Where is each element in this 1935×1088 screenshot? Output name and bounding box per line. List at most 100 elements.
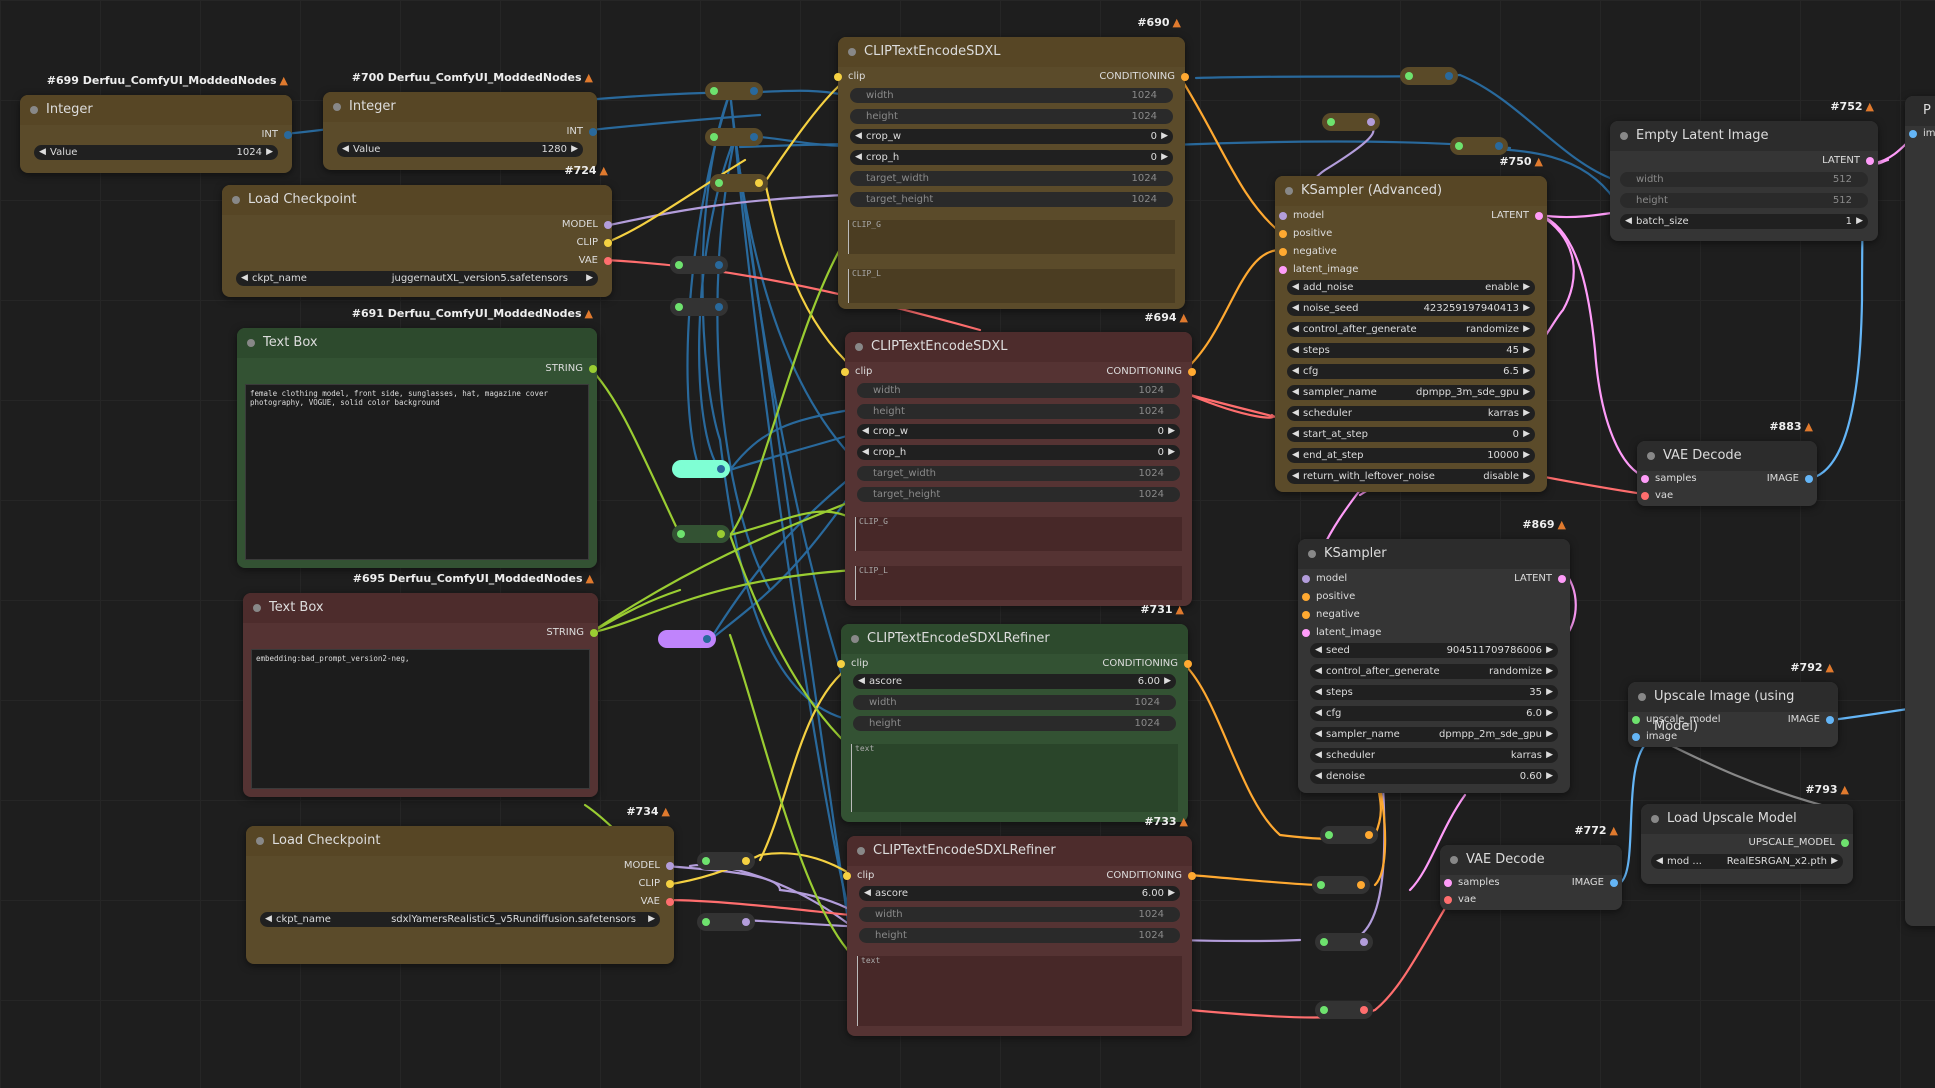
increment-arrow-icon[interactable]: ▶: [1546, 727, 1553, 742]
clip-l-input[interactable]: CLIP_L: [855, 566, 1182, 600]
collapse-dot[interactable]: [30, 106, 38, 114]
increment-arrow-icon[interactable]: ▶: [1523, 364, 1530, 379]
reroute-node[interactable]: [672, 460, 730, 478]
output-int[interactable]: INT: [566, 125, 597, 139]
noise-seed-widget[interactable]: ◀ noise_seed 423259197940413 ▶: [1287, 301, 1535, 316]
width-widget[interactable]: width 1024: [850, 88, 1173, 103]
scheduler-widget[interactable]: ◀ scheduler karras ▶: [1287, 406, 1535, 421]
seed-widget[interactable]: ◀ seed 904511709786006 ▶: [1310, 643, 1558, 658]
scheduler-widget[interactable]: ◀ scheduler karras ▶: [1310, 748, 1558, 763]
ckpt-name-widget[interactable]: ◀ ckpt_name juggernautXL_version5.safetens…: [236, 271, 598, 286]
decrement-arrow-icon[interactable]: ◀: [1315, 664, 1322, 679]
input-upscale-model[interactable]: upscale_model: [1632, 713, 1721, 727]
add-noise-widget[interactable]: ◀ add_noise enable ▶: [1287, 280, 1535, 295]
input-image[interactable]: image: [1632, 730, 1677, 744]
decrement-arrow-icon[interactable]: ◀: [862, 445, 869, 460]
load-checkpoint-node[interactable]: #734 ▲ Load Checkpoint MODEL CLIP VAE ◀ ck…: [246, 805, 674, 964]
ksampler-node[interactable]: #869 ▲ KSampler model positive negative l…: [1298, 518, 1570, 793]
increment-arrow-icon[interactable]: ▶: [1523, 301, 1530, 316]
reroute-node[interactable]: [670, 298, 728, 316]
sampler-name-widget[interactable]: ◀ sampler_name dpmpp_3m_sde_gpu ▶: [1287, 385, 1535, 400]
upscale-image-node[interactable]: #792 ▲ Upscale Image (using Model) upscal…: [1628, 661, 1838, 747]
clip-g-input[interactable]: CLIP_G: [848, 220, 1175, 254]
negative-prompt-textarea[interactable]: embedding:bad_prompt_version2-neg,: [251, 649, 590, 789]
collapse-dot[interactable]: [1638, 693, 1646, 701]
ascore-widget[interactable]: ◀ ascore 6.00 ▶: [859, 886, 1180, 901]
reroute-node[interactable]: [1315, 1001, 1373, 1019]
decrement-arrow-icon[interactable]: ◀: [1315, 706, 1322, 721]
return-with-leftover-noise-widget[interactable]: ◀ return_with_leftover_noise disable ▶: [1287, 469, 1535, 484]
crop-h-widget[interactable]: ◀ crop_h 0 ▶: [857, 445, 1180, 460]
output-clip[interactable]: CLIP: [576, 236, 612, 250]
model-name-widget[interactable]: ◀ mod ... RealESRGAN_x2.pth ▶: [1651, 854, 1843, 869]
cfg-widget[interactable]: ◀ cfg 6.0 ▶: [1310, 706, 1558, 721]
output-conditioning[interactable]: CONDITIONING: [1099, 70, 1189, 84]
reroute-node[interactable]: [710, 174, 768, 192]
increment-arrow-icon[interactable]: ▶: [1161, 129, 1168, 144]
collapse-dot[interactable]: [857, 847, 865, 855]
output-vae[interactable]: VAE: [579, 254, 612, 268]
increment-arrow-icon[interactable]: ▶: [1856, 214, 1863, 229]
increment-arrow-icon[interactable]: ▶: [1523, 427, 1530, 442]
increment-arrow-icon[interactable]: ▶: [586, 271, 593, 286]
integer-node[interactable]: #699 Derfuu_ComfyUI_ModdedNodes ▲ Integer…: [20, 74, 292, 173]
end-at-step-widget[interactable]: ◀ end_at_step 10000 ▶: [1287, 448, 1535, 463]
control-after-generate-widget[interactable]: ◀ control_after_generate randomize ▶: [1287, 322, 1535, 337]
collapse-dot[interactable]: [333, 103, 341, 111]
decrement-arrow-icon[interactable]: ◀: [1292, 469, 1299, 484]
output-string[interactable]: STRING: [546, 626, 598, 640]
input-clip[interactable]: clip: [841, 365, 872, 379]
clip-text-encode-sdxl-node[interactable]: #694 ▲ CLIPTextEncodeSDXL clip CONDITIONI…: [841, 311, 1196, 606]
increment-arrow-icon[interactable]: ▶: [1831, 854, 1838, 869]
collapse-dot[interactable]: [1620, 132, 1628, 140]
value-widget[interactable]: ◀ Value 1024 ▶: [34, 145, 278, 160]
load-upscale-model-node[interactable]: #793 ▲ Load Upscale Model UPSCALE_MODEL ◀…: [1641, 783, 1853, 884]
input-samples[interactable]: samples: [1641, 472, 1697, 486]
steps-widget[interactable]: ◀ steps 35 ▶: [1310, 685, 1558, 700]
clip-text-encode-sdxl-refiner-node[interactable]: #731 ▲ CLIPTextEncodeSDXLRefiner clip CON…: [837, 603, 1192, 822]
output-conditioning[interactable]: CONDITIONING: [1106, 365, 1196, 379]
target-height-widget[interactable]: target_height 1024: [857, 487, 1180, 502]
increment-arrow-icon[interactable]: ▶: [1546, 769, 1553, 784]
increment-arrow-icon[interactable]: ▶: [1168, 424, 1175, 439]
increment-arrow-icon[interactable]: ▶: [1546, 748, 1553, 763]
height-widget[interactable]: height 1024: [857, 404, 1180, 419]
increment-arrow-icon[interactable]: ▶: [1523, 406, 1530, 421]
decrement-arrow-icon[interactable]: ◀: [1625, 214, 1632, 229]
decrement-arrow-icon[interactable]: ◀: [1656, 854, 1663, 869]
decrement-arrow-icon[interactable]: ◀: [1315, 685, 1322, 700]
value-widget[interactable]: ◀ Value 1280 ▶: [337, 142, 583, 157]
target-height-widget[interactable]: target_height 1024: [850, 192, 1173, 207]
output-model[interactable]: MODEL: [624, 859, 674, 873]
input-vae[interactable]: vae: [1444, 893, 1476, 907]
text-box-node[interactable]: #695 Derfuu_ComfyUI_ModdedNodes ▲ Text Bo…: [243, 572, 598, 797]
output-conditioning[interactable]: CONDITIONING: [1102, 657, 1192, 671]
increment-arrow-icon[interactable]: ▶: [1168, 886, 1175, 901]
decrement-arrow-icon[interactable]: ◀: [241, 271, 248, 286]
increment-arrow-icon[interactable]: ▶: [1546, 685, 1553, 700]
vae-decode-node[interactable]: #883 ▲ VAE Decode samples vae IMAGE: [1637, 420, 1817, 506]
reroute-node[interactable]: [697, 913, 755, 931]
width-widget[interactable]: width 512: [1620, 172, 1868, 187]
collapse-dot[interactable]: [1308, 550, 1316, 558]
output-upscale-model[interactable]: UPSCALE_MODEL: [1749, 836, 1849, 850]
decrement-arrow-icon[interactable]: ◀: [855, 150, 862, 165]
increment-arrow-icon[interactable]: ▶: [1523, 448, 1530, 463]
increment-arrow-icon[interactable]: ▶: [648, 912, 655, 927]
increment-arrow-icon[interactable]: ▶: [1168, 445, 1175, 460]
width-widget[interactable]: width 1024: [859, 907, 1180, 922]
input-model[interactable]: model: [1302, 572, 1347, 586]
input-latent-image[interactable]: latent_image: [1302, 626, 1381, 640]
vae-decode-node[interactable]: #772 ▲ VAE Decode samples vae IMAGE: [1440, 824, 1622, 910]
sampler-name-widget[interactable]: ◀ sampler_name dpmpp_2m_sde_gpu ▶: [1310, 727, 1558, 742]
output-string[interactable]: STRING: [545, 362, 597, 376]
decrement-arrow-icon[interactable]: ◀: [1292, 364, 1299, 379]
decrement-arrow-icon[interactable]: ◀: [1292, 448, 1299, 463]
collapse-dot[interactable]: [256, 837, 264, 845]
collapse-dot[interactable]: [247, 339, 255, 347]
control-after-generate-widget[interactable]: ◀ control_after_generate randomize ▶: [1310, 664, 1558, 679]
input-clip[interactable]: clip: [843, 869, 874, 883]
prompt-textarea[interactable]: female clothing model, front side, sungl…: [245, 384, 589, 560]
reroute-node[interactable]: [1312, 876, 1370, 894]
input-image[interactable]: ima: [1909, 127, 1935, 141]
